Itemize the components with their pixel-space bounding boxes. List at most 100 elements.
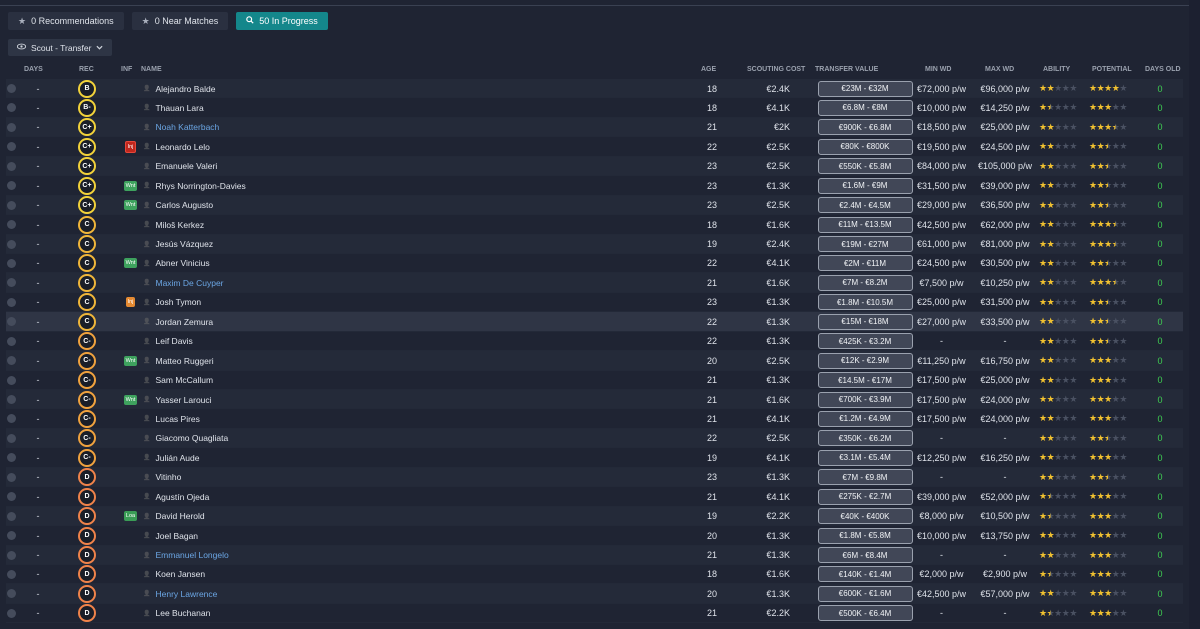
table-row[interactable]: - D 👤 Joel Bagan 20 €1.3K €1.8M - €5.8M €10,000…	[6, 526, 1183, 546]
select-check-icon[interactable]	[7, 220, 16, 230]
row-select-cell[interactable]	[7, 254, 18, 273]
player-name-cell[interactable]: 👤 Abner Vinicius	[143, 254, 343, 273]
player-name[interactable]: David Herold	[155, 511, 204, 521]
player-name[interactable]: Emanuele Valeri	[155, 161, 217, 171]
select-check-icon[interactable]	[7, 472, 16, 482]
player-name-cell[interactable]: 👤 Miloš Kerkez	[143, 215, 343, 234]
row-select-cell[interactable]	[7, 332, 18, 351]
select-check-icon[interactable]	[7, 589, 16, 599]
row-select-cell[interactable]	[7, 176, 18, 195]
table-row[interactable]: - C- Wnt 👤 Matteo Ruggeri 20 €2.5K €12K - €2.9M…	[6, 351, 1183, 371]
select-check-icon[interactable]	[7, 375, 16, 385]
row-select-cell[interactable]	[7, 487, 18, 506]
player-name[interactable]: Rhys Norrington-Davies	[155, 181, 245, 191]
row-select-cell[interactable]	[7, 526, 18, 545]
player-name-cell[interactable]: 👤 Vitinho	[143, 468, 343, 487]
table-row[interactable]: - D 👤 Koen Jansen 18 €1.6K €140K - €1.4M €2,000…	[6, 564, 1183, 585]
table-row[interactable]: - B- 👤 Thauan Lara 18 €4.1K €6.8M - €8M €10,000…	[6, 98, 1183, 118]
player-name-cell[interactable]: 👤 Leonardo Lelo	[143, 137, 343, 156]
player-name-cell[interactable]: 👤 Alejandro Balde	[143, 79, 343, 98]
select-check-icon[interactable]	[7, 433, 16, 443]
select-check-icon[interactable]	[7, 122, 16, 132]
scrollbar-track[interactable]	[1189, 0, 1200, 629]
col-ability[interactable]: ABILITY	[1043, 66, 1070, 73]
select-check-icon[interactable]	[7, 453, 16, 463]
table-row[interactable]: - C- Wnt 👤 Yasser Larouci 21 €1.6K €700K - €3.9…	[6, 390, 1183, 410]
col-scouting-cost[interactable]: SCOUTING COST	[747, 66, 805, 73]
col-min-wd[interactable]: MIN WD	[925, 66, 951, 73]
select-check-icon[interactable]	[7, 336, 16, 346]
row-select-cell[interactable]	[7, 507, 18, 526]
select-check-icon[interactable]	[7, 200, 16, 210]
in-progress-filter-button[interactable]: 50 In Progress	[236, 12, 328, 30]
row-select-cell[interactable]	[7, 293, 18, 312]
row-select-cell[interactable]	[7, 409, 18, 428]
row-select-cell[interactable]	[7, 215, 18, 234]
table-row[interactable]: - C 👤 Jesús Vázquez 19 €2.4K €19M - €27M €61,00…	[6, 234, 1183, 254]
row-select-cell[interactable]	[7, 448, 18, 467]
player-name[interactable]: Jesús Vázquez	[155, 239, 213, 249]
player-name-cell[interactable]: 👤 Josh Tymon	[143, 293, 343, 312]
player-name[interactable]: Henry Lawrence	[155, 589, 217, 599]
row-select-cell[interactable]	[7, 118, 18, 137]
player-name[interactable]: Leonardo Lelo	[155, 142, 209, 152]
row-select-cell[interactable]	[7, 390, 18, 409]
player-name[interactable]: Carlos Augusto	[155, 200, 213, 210]
select-check-icon[interactable]	[7, 531, 16, 541]
table-row[interactable]: - B 👤 Alejandro Balde 18 €2.4K €23M - €32M €72,…	[6, 79, 1183, 99]
player-name-cell[interactable]: 👤 Maxim De Cuyper	[143, 273, 343, 292]
table-row[interactable]: - D Loa 👤 David Herold 19 €2.2K €40K - €400K €8,…	[6, 506, 1183, 527]
row-select-cell[interactable]	[7, 196, 18, 215]
col-age[interactable]: AGE	[701, 66, 716, 73]
table-row[interactable]: - C- 👤 Giacomo Quagliata 22 €2.5K €350K - €6.2…	[6, 428, 1183, 449]
player-name[interactable]: Giacomo Quagliata	[155, 433, 228, 443]
select-check-icon[interactable]	[7, 142, 16, 152]
table-row[interactable]: - C Wnt 👤 Abner Vinicius 22 €4.1K €2M - €11M €24…	[6, 253, 1183, 274]
select-check-icon[interactable]	[7, 356, 16, 366]
player-name[interactable]: Lucas Pires	[155, 414, 199, 424]
player-name[interactable]: Lee Buchanan	[155, 608, 210, 618]
scout-transfer-dropdown[interactable]: Scout - Transfer	[8, 39, 113, 56]
row-select-cell[interactable]	[7, 565, 18, 584]
select-check-icon[interactable]	[7, 492, 16, 502]
player-name[interactable]: Matteo Ruggeri	[155, 356, 213, 366]
player-name-cell[interactable]: 👤 Carlos Augusto	[143, 196, 343, 215]
player-name-cell[interactable]: 👤 Emanuele Valeri	[143, 157, 343, 176]
row-select-cell[interactable]	[7, 584, 18, 603]
player-name-cell[interactable]: 👤 Giacomo Quagliata	[143, 429, 343, 448]
col-rec[interactable]: REC	[79, 66, 94, 73]
player-name-cell[interactable]: 👤 Lucas Pires	[143, 409, 343, 428]
select-check-icon[interactable]	[7, 550, 16, 560]
select-check-icon[interactable]	[7, 395, 16, 404]
recommendations-filter-button[interactable]: ★ 0 Recommendations	[8, 12, 124, 30]
table-row[interactable]: - C+ 👤 Noah Katterbach 21 €2K €900K - €6.8M €18…	[6, 117, 1183, 138]
player-name[interactable]: Jordan Zemura	[155, 317, 213, 327]
player-name[interactable]: Thauan Lara	[155, 103, 203, 113]
player-name-cell[interactable]: 👤 Yasser Larouci	[143, 390, 343, 409]
player-name-cell[interactable]: 👤 Leif Davis	[143, 332, 343, 351]
select-check-icon[interactable]	[7, 103, 16, 113]
player-name-cell[interactable]: 👤 Emmanuel Longelo	[143, 546, 343, 565]
select-check-icon[interactable]	[7, 84, 16, 93]
row-select-cell[interactable]	[7, 98, 18, 117]
col-transfer-value[interactable]: TRANSFER VALUE	[815, 66, 878, 73]
col-name[interactable]: NAME	[141, 66, 162, 73]
player-name-cell[interactable]: 👤 Koen Jansen	[143, 565, 343, 584]
near-matches-filter-button[interactable]: ★ 0 Near Matches	[131, 12, 229, 30]
player-name[interactable]: Emmanuel Longelo	[155, 550, 228, 560]
select-check-icon[interactable]	[7, 161, 16, 171]
player-name-cell[interactable]: 👤 Sam McCallum	[143, 371, 343, 390]
row-select-cell[interactable]	[7, 79, 18, 98]
table-row[interactable]: - C- 👤 Lucas Pires 21 €4.1K €1.2M - €4.9M €17,5…	[6, 409, 1183, 429]
player-name-cell[interactable]: 👤 Matteo Ruggeri	[143, 351, 343, 370]
table-row[interactable]: - C- 👤 Sam McCallum 21 €1.3K €14.5M - €17M €17,…	[6, 370, 1183, 390]
row-select-cell[interactable]	[7, 273, 18, 292]
select-check-icon[interactable]	[7, 278, 16, 288]
row-select-cell[interactable]	[7, 468, 18, 487]
select-check-icon[interactable]	[7, 258, 16, 268]
col-inf[interactable]: INF	[121, 66, 132, 73]
table-row[interactable]: - C 👤 Jordan Zemura 22 €1.3K €15M - €18M €27,00…	[6, 312, 1183, 332]
player-name[interactable]: Miloš Kerkez	[155, 220, 204, 230]
table-row[interactable]: - C+ Inj 👤 Leonardo Lelo 22 €2.5K €80K - €800K €…	[6, 137, 1183, 157]
table-row[interactable]: - D 👤 Lee Buchanan 21 €2.2K €500K - €6.4M - - ★ ★ ★…	[6, 603, 1183, 624]
